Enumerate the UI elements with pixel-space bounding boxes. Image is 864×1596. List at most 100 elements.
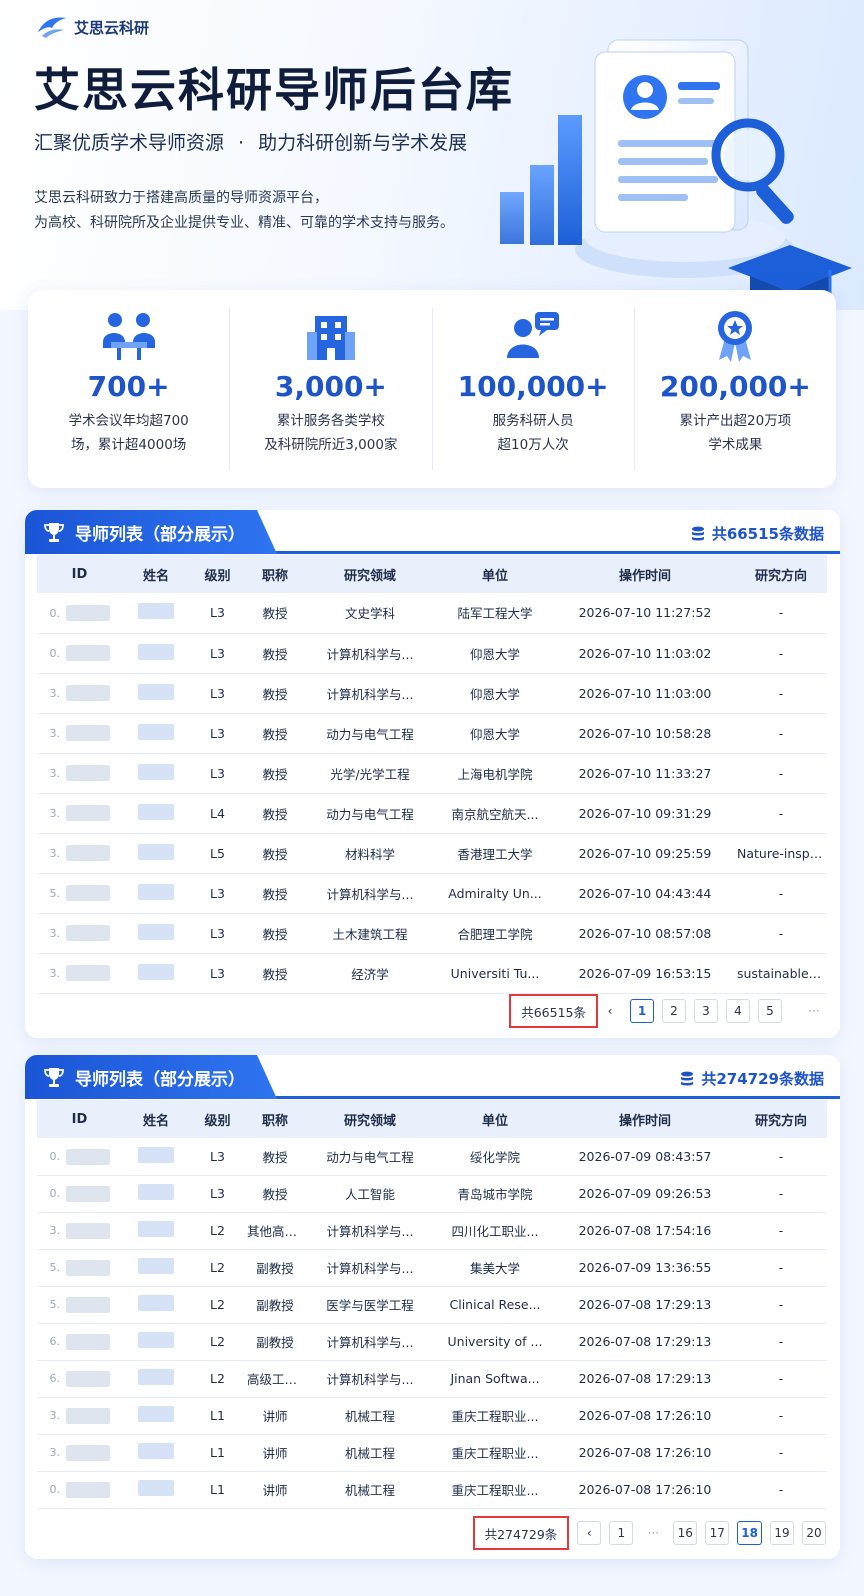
prev-page-button[interactable]: ‹ — [598, 999, 622, 1023]
column-header[interactable]: 单位 — [435, 555, 555, 593]
table-row[interactable]: 3. L1 讲师 机械工程 重庆工程职业... 2026-07-08 17:26:10- — [37, 1434, 827, 1472]
page-subtitle: 汇聚优质学术导师资源 · 助力科研创新与学术发展 — [34, 128, 467, 155]
name-cell — [122, 1323, 190, 1361]
unit-cell: 上海电机学院 — [435, 753, 555, 794]
id-cell: 0. — [37, 1471, 122, 1509]
pagination-total: 共66515条 — [509, 994, 598, 1028]
table-row[interactable]: 3. L3 教授 光学/光学工程 上海电机学院 2026-07-10 11:33:27- — [37, 753, 827, 794]
unit-cell: 青岛城市学院 — [435, 1175, 555, 1213]
column-header[interactable]: ID — [37, 1100, 122, 1138]
table-row[interactable]: 3. L3 教授 土木建筑工程 合肥理工学院 2026-07-10 08:57:08- — [37, 913, 827, 954]
column-header[interactable]: 级别 — [190, 555, 245, 593]
more-pages-ellipsis[interactable]: ··· — [802, 999, 826, 1023]
table-row[interactable]: 3. L5 教授 材料科学 香港理工大学 2026-07-10 09:25:59 Natur… — [37, 833, 827, 874]
table-row[interactable]: 3. L3 教授 动力与电气工程 仰恩大学 2026-07-10 10:58:28- — [37, 713, 827, 754]
column-header[interactable]: 级别 — [190, 1100, 245, 1138]
page-button[interactable]: 18 — [737, 1521, 762, 1545]
level-cell: L2 — [190, 1249, 245, 1287]
title-cell: 教授 — [245, 1175, 305, 1213]
column-header[interactable]: 职称 — [245, 555, 305, 593]
column-header[interactable]: 姓名 — [122, 1100, 190, 1138]
name-cell — [122, 953, 190, 994]
table-row[interactable]: 6. L2 高级工程师 计算机科学与... Jinan Softwa... 2026-07… — [37, 1360, 827, 1398]
table-row[interactable]: 3. L3 教授 经济学 Universiti Tu... 2026-07-09 16:5… — [37, 953, 827, 994]
name-cell — [122, 1249, 190, 1287]
id-cell: 3. — [37, 1212, 122, 1250]
title-cell: 教授 — [245, 713, 305, 754]
table-row[interactable]: 5. L3 教授 计算机科学与... Admiralty Un... 2026-07-10… — [37, 873, 827, 914]
level-cell: L3 — [190, 873, 245, 914]
id-cell: 5. — [37, 1249, 122, 1287]
table-row[interactable]: 5. L2 副教授 医学与医学工程 Clinical Rese... 2026-07-08… — [37, 1286, 827, 1324]
unit-cell: 香港理工大学 — [435, 833, 555, 874]
page-button[interactable]: 1 — [609, 1521, 634, 1545]
table-row[interactable]: 0. L3 教授 动力与电气工程 绥化学院 2026-07-09 08:43:57- — [37, 1138, 827, 1176]
title-cell: 其他高级职称 — [245, 1212, 305, 1250]
brand-logo[interactable]: 艾思云科研 — [36, 14, 149, 40]
panel-tab[interactable]: 导师列表（部分展示） — [25, 1055, 277, 1099]
masked-name — [138, 1480, 174, 1496]
table-row[interactable]: 3. L2其他高级职称计算机科学与...四川化工职业...2026-07-08 1… — [37, 1212, 827, 1250]
field-cell: 机械工程 — [305, 1397, 435, 1435]
table-row[interactable]: 0. L3 教授 计算机科学与... 仰恩大学 2026-07-10 11:03:02- — [37, 633, 827, 674]
time-cell: 2026-07-09 09:26:53 — [555, 1175, 735, 1213]
name-cell — [122, 713, 190, 754]
table-row[interactable]: 6. L2 副教授 计算机科学与... University of ... 2026-07… — [37, 1323, 827, 1361]
page-button[interactable]: 2 — [662, 999, 686, 1023]
masked-name — [138, 643, 174, 660]
column-header[interactable]: 职称 — [245, 1100, 305, 1138]
field-cell: 医学与医学工程 — [305, 1286, 435, 1324]
time-cell: 2026-07-10 11:27:52 — [555, 593, 735, 634]
panel-total-label: 共66515条数据 — [711, 525, 824, 543]
page-button[interactable]: 17 — [705, 1521, 730, 1545]
more-pages-ellipsis[interactable]: ··· — [641, 1521, 666, 1545]
page-button[interactable]: 1 — [630, 999, 654, 1023]
column-header[interactable]: ID — [37, 555, 122, 593]
description-line: 艾思云科研致力于搭建高质量的导师资源平台， — [34, 190, 328, 206]
prev-page-button[interactable]: ‹ — [577, 1521, 602, 1545]
id-prefix: 5. — [49, 1261, 61, 1275]
masked-name — [138, 723, 174, 740]
id-cell: 0. — [37, 633, 122, 674]
page-button[interactable]: 3 — [694, 999, 718, 1023]
masked-name — [138, 1443, 174, 1459]
column-header[interactable]: 研究领域 — [305, 1100, 435, 1138]
page-button[interactable]: 4 — [726, 999, 750, 1023]
unit-cell: 重庆工程职业... — [435, 1434, 555, 1472]
name-cell — [122, 1397, 190, 1435]
hero-banner: 艾思云科研 艾思云科研导师后台库 汇聚优质学术导师资源 · 助力科研创新与学术发展 … — [0, 0, 864, 310]
panel-tab[interactable]: 导师列表（部分展示） — [25, 510, 277, 554]
stat-value: 200,000+ — [659, 370, 811, 403]
table-row[interactable]: 3. L4 教授 动力与电气工程 南京航空航天... 2026-07-10 09:31:2… — [37, 793, 827, 834]
description-line: 为高校、科研院所及企业提供专业、精准、可靠的学术支持与服务。 — [34, 215, 454, 231]
stat-item-conferences: 700+ 学术会议年均超700 场，累计超4000场 — [28, 308, 231, 470]
table-row[interactable]: 0. L1 讲师 机械工程 重庆工程职业... 2026-07-08 17:26:10- — [37, 1471, 827, 1509]
masked-name — [138, 1184, 174, 1200]
stat-description: 学术会议年均超700 场，累计超4000场 — [68, 413, 189, 453]
table-row[interactable]: 5. L2 副教授 计算机科学与... 集美大学 2026-07-09 13:36:55- — [37, 1249, 827, 1287]
masked-id — [65, 1296, 110, 1313]
column-header[interactable]: 操作时间 — [555, 1100, 735, 1138]
column-header[interactable]: 研究方向 — [735, 1100, 827, 1138]
page-button[interactable]: 20 — [802, 1521, 826, 1545]
name-cell — [122, 1138, 190, 1176]
table-row[interactable]: 3. L3 教授 计算机科学与... 仰恩大学 2026-07-10 11:03:00- — [37, 673, 827, 714]
column-header[interactable]: 操作时间 — [555, 555, 735, 593]
page-button[interactable]: 16 — [673, 1521, 698, 1545]
column-header[interactable]: 单位 — [435, 1100, 555, 1138]
name-cell — [122, 833, 190, 874]
column-header[interactable]: 研究领域 — [305, 555, 435, 593]
masked-name — [138, 1369, 174, 1385]
name-cell — [122, 1212, 190, 1250]
page-button[interactable]: 19 — [770, 1521, 794, 1545]
unit-cell: 仰恩大学 — [435, 673, 555, 714]
page-button[interactable]: 5 — [758, 999, 782, 1023]
table-row[interactable]: 0. L3 教授 文史学科 陆军工程大学 2026-07-10 11:27:52- — [37, 593, 827, 634]
panel-header: 导师列表（部分展示） 共274729条数据 — [25, 1055, 840, 1099]
table-row[interactable]: 0. L3 教授 人工智能 青岛城市学院 2026-07-09 09:26:53- — [37, 1175, 827, 1213]
column-header[interactable]: 研究方向 — [735, 555, 827, 593]
level-cell: L3 — [190, 713, 245, 754]
level-cell: L3 — [190, 633, 245, 674]
column-header[interactable]: 姓名 — [122, 555, 190, 593]
table-row[interactable]: 3. L1 讲师 机械工程 重庆工程职业... 2026-07-08 17:26:10- — [37, 1397, 827, 1435]
